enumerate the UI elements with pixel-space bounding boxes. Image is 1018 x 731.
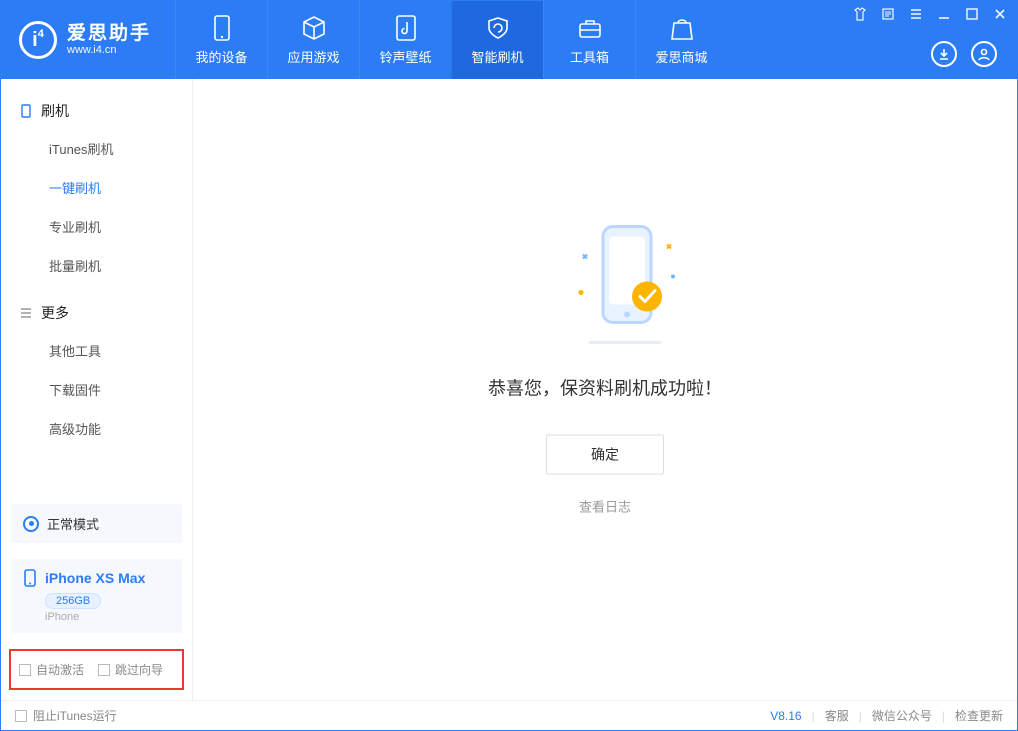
nav-label: 我的设备 — [196, 47, 248, 66]
device-capacity: 256GB — [45, 593, 101, 609]
mode-indicator-icon — [23, 516, 39, 532]
nav-label: 应用游戏 — [288, 47, 340, 66]
device-info-box[interactable]: iPhone XS Max 256GB iPhone — [11, 559, 182, 633]
checkbox-icon — [19, 664, 31, 676]
device-icon — [209, 15, 235, 41]
device-type: iPhone — [45, 611, 170, 623]
nav-toolbox[interactable]: 工具箱 — [543, 1, 635, 79]
confirm-button[interactable]: 确定 — [546, 434, 664, 474]
nav-ringtone-wallpaper[interactable]: 铃声壁纸 — [359, 1, 451, 79]
version-label: V8.16 — [770, 709, 801, 723]
footer-link-wechat[interactable]: 微信公众号 — [872, 707, 932, 724]
checkbox-block-itunes[interactable]: 阻止iTunes运行 — [15, 707, 117, 724]
maximize-button[interactable] — [965, 7, 979, 21]
app-name-en: www.i4.cn — [67, 44, 151, 56]
sidebar-group-more: 更多 — [1, 295, 192, 331]
sidebar: 刷机 iTunes刷机 一键刷机 专业刷机 批量刷机 更多 其他工具 下载固件 … — [1, 79, 193, 700]
download-button[interactable] — [931, 41, 957, 67]
sidebar-item-pro-flash[interactable]: 专业刷机 — [1, 207, 192, 246]
nav-smart-flash[interactable]: 智能刷机 — [451, 1, 543, 79]
nav-label: 铃声壁纸 — [380, 47, 432, 66]
logo-icon: i4 — [19, 21, 57, 59]
window-controls — [853, 7, 1007, 21]
refresh-shield-icon — [485, 15, 511, 41]
sidebar-item-other-tools[interactable]: 其他工具 — [1, 331, 192, 370]
checkbox-label: 跳过向导 — [115, 661, 163, 678]
checkbox-label: 自动激活 — [36, 661, 84, 678]
music-file-icon — [393, 15, 419, 41]
device-name: iPhone XS Max — [45, 570, 145, 586]
checkbox-auto-activate[interactable]: 自动激活 — [19, 661, 84, 678]
nav-store[interactable]: 爱思商城 — [635, 1, 727, 79]
notepad-icon[interactable] — [881, 7, 895, 21]
sidebar-group-flash: 刷机 — [1, 93, 192, 129]
footer-link-support[interactable]: 客服 — [825, 707, 849, 724]
phone-icon — [19, 104, 33, 118]
bag-icon — [669, 15, 695, 41]
sidebar-item-advanced[interactable]: 高级功能 — [1, 409, 192, 448]
highlighted-option-row: 自动激活 跳过向导 — [9, 649, 184, 690]
nav-label: 智能刷机 — [472, 47, 524, 66]
toolbox-icon — [577, 15, 603, 41]
header-actions — [931, 41, 997, 67]
checkbox-icon — [15, 710, 27, 722]
device-phone-icon — [23, 569, 37, 587]
close-button[interactable] — [993, 7, 1007, 21]
footer-link-update[interactable]: 检查更新 — [955, 707, 1003, 724]
clothes-icon[interactable] — [853, 7, 867, 21]
checkbox-skip-guide[interactable]: 跳过向导 — [98, 661, 163, 678]
nav-label: 工具箱 — [570, 47, 609, 66]
sidebar-item-batch-flash[interactable]: 批量刷机 — [1, 246, 192, 285]
app-name-cn: 爱思助手 — [67, 24, 151, 45]
minimize-button[interactable] — [937, 7, 951, 21]
success-illustration — [545, 214, 665, 354]
sidebar-item-download-firmware[interactable]: 下载固件 — [1, 370, 192, 409]
list-icon — [19, 306, 33, 320]
sidebar-group-title: 更多 — [41, 303, 69, 323]
device-mode-box[interactable]: 正常模式 — [11, 504, 182, 543]
success-message: 恭喜您，保资料刷机成功啦！ — [415, 374, 795, 400]
nav-label: 爱思商城 — [656, 47, 708, 66]
mode-label: 正常模式 — [47, 514, 99, 533]
sidebar-item-oneclick-flash[interactable]: 一键刷机 — [1, 168, 192, 207]
nav-apps-games[interactable]: 应用游戏 — [267, 1, 359, 79]
app-logo: i4 爱思助手 www.i4.cn — [1, 1, 175, 79]
cube-icon — [301, 15, 327, 41]
view-log-link[interactable]: 查看日志 — [415, 496, 795, 515]
account-button[interactable] — [971, 41, 997, 67]
main-content: 恭喜您，保资料刷机成功啦！ 确定 查看日志 — [193, 79, 1017, 700]
app-header: i4 爱思助手 www.i4.cn 我的设备 应用游戏 铃声壁纸 智能刷机 工具… — [1, 1, 1017, 79]
menu-icon[interactable] — [909, 7, 923, 21]
top-nav: 我的设备 应用游戏 铃声壁纸 智能刷机 工具箱 爱思商城 — [175, 1, 727, 79]
checkbox-icon — [98, 664, 110, 676]
nav-my-device[interactable]: 我的设备 — [175, 1, 267, 79]
sidebar-group-title: 刷机 — [41, 101, 69, 121]
status-bar: 阻止iTunes运行 V8.16 | 客服 | 微信公众号 | 检查更新 — [1, 700, 1017, 730]
sidebar-item-itunes-flash[interactable]: iTunes刷机 — [1, 129, 192, 168]
checkbox-label: 阻止iTunes运行 — [33, 707, 117, 724]
